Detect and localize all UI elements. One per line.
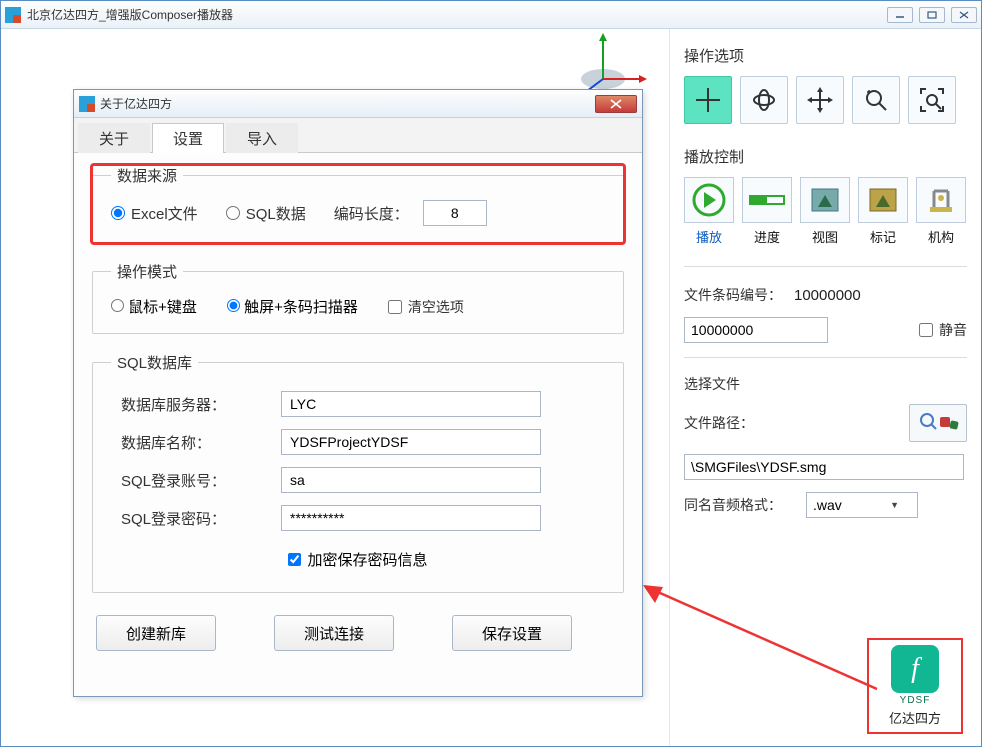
chevron-down-icon: ▼ (890, 500, 899, 510)
audiofmt-label: 同名音频格式： (684, 495, 796, 515)
play-label-view: 视图 (812, 227, 838, 246)
progress-icon (742, 177, 792, 223)
enc-length-input[interactable] (423, 200, 487, 226)
play-title: 播放控制 (684, 146, 967, 167)
mech-icon (916, 177, 966, 223)
datasource-legend: 数据来源 (111, 165, 183, 186)
pass-label: SQL登录密码： (121, 508, 281, 529)
tab-import[interactable]: 导入 (226, 123, 298, 153)
server-label: 数据库服务器： (121, 394, 281, 415)
play-tile-play[interactable]: 播放 (684, 177, 734, 246)
browse-icon (916, 409, 960, 437)
barcode-input[interactable] (684, 317, 828, 343)
sqldb-group: SQL数据库 数据库服务器： 数据库名称： SQL登录账号： SQL登录密码： … (92, 352, 624, 593)
side-panel: 操作选项 播放控制 播放 进度 视图 (669, 29, 981, 746)
logo-en: YDSF (900, 695, 931, 706)
barcode-display: 10000000 (794, 287, 861, 304)
maximize-button[interactable] (919, 7, 945, 23)
view-icon (800, 177, 850, 223)
dialog-close-button[interactable] (595, 95, 637, 113)
test-conn-button[interactable]: 测试连接 (274, 615, 394, 651)
dialog-titlebar[interactable]: 关于亿达四方 (74, 90, 642, 118)
radio-mouse[interactable]: 鼠标+键盘 (111, 296, 197, 317)
play-label-mech: 机构 (928, 227, 954, 246)
dialog-tabs: 关于 设置 导入 (74, 118, 642, 153)
play-tile-view[interactable]: 视图 (800, 177, 850, 246)
check-clear[interactable]: 清空选项 (388, 297, 464, 317)
opmode-legend: 操作模式 (111, 261, 183, 282)
ops-title: 操作选项 (684, 45, 967, 66)
opmode-group: 操作模式 鼠标+键盘 触屏+条码扫描器 清空选项 (92, 261, 624, 334)
radio-touch[interactable]: 触屏+条码扫描器 (227, 296, 358, 317)
app-window: 北京亿达四方_增强版Composer播放器 操作选项 (0, 0, 982, 747)
close-button[interactable] (951, 7, 977, 23)
radio-sql[interactable]: SQL数据 (226, 203, 306, 224)
logo-cn: 亿达四方 (889, 708, 941, 727)
enc-length-label: 编码长度： (334, 203, 409, 224)
divider (684, 266, 967, 267)
sqldb-legend: SQL数据库 (111, 352, 198, 373)
dialog-body: 数据来源 Excel文件 SQL数据 编码长度： 操作模式 鼠标+键盘 (74, 153, 642, 699)
divider2 (684, 357, 967, 358)
pass-input[interactable] (281, 505, 541, 531)
ops-toolbar (684, 76, 967, 124)
dbname-label: 数据库名称： (121, 432, 281, 453)
mute-checkbox[interactable]: 静音 (919, 320, 967, 340)
path-label: 文件路径： (684, 413, 784, 433)
radio-excel[interactable]: Excel文件 (111, 203, 198, 224)
mute-checkbox-input[interactable] (919, 323, 933, 337)
path-input[interactable] (684, 454, 964, 480)
selectfile-title: 选择文件 (684, 374, 967, 394)
play-toolbar: 播放 进度 视图 标记 机构 (684, 177, 967, 246)
tool-pan[interactable] (796, 76, 844, 124)
audiofmt-select[interactable]: .wav ▼ (806, 492, 918, 518)
browse-button[interactable] (909, 404, 967, 442)
window-title: 北京亿达四方_增强版Composer播放器 (27, 6, 887, 23)
user-label: SQL登录账号： (121, 470, 281, 491)
minimize-button[interactable] (887, 7, 913, 23)
play-tile-progress[interactable]: 进度 (742, 177, 792, 246)
client-area: 操作选项 播放控制 播放 进度 视图 (1, 29, 981, 746)
datasource-group: 数据来源 Excel文件 SQL数据 编码长度： (92, 165, 624, 243)
mark-icon (858, 177, 908, 223)
check-encrypt[interactable]: 加密保存密码信息 (288, 549, 427, 570)
barcode-label: 文件条码编号： (684, 285, 784, 305)
titlebar[interactable]: 北京亿达四方_增强版Composer播放器 (1, 1, 981, 29)
settings-dialog: 关于亿达四方 关于 设置 导入 数据来源 Excel文件 SQL数据 编码长度： (73, 89, 643, 697)
play-tile-mech[interactable]: 机构 (916, 177, 966, 246)
tool-zoom-in[interactable] (852, 76, 900, 124)
app-icon (5, 7, 21, 23)
tab-settings[interactable]: 设置 (152, 123, 224, 153)
tool-orbit[interactable] (740, 76, 788, 124)
server-input[interactable] (281, 391, 541, 417)
play-icon (684, 177, 734, 223)
tool-zoom-fit[interactable] (908, 76, 956, 124)
dialog-title: 关于亿达四方 (100, 95, 595, 112)
play-label-play: 播放 (696, 227, 722, 246)
dialog-icon (79, 96, 95, 112)
tool-crosshair[interactable] (684, 76, 732, 124)
user-input[interactable] (281, 467, 541, 493)
play-tile-mark[interactable]: 标记 (858, 177, 908, 246)
tab-about[interactable]: 关于 (78, 123, 150, 153)
create-db-button[interactable]: 创建新库 (96, 615, 216, 651)
company-logo[interactable]: f YDSF 亿达四方 (867, 638, 963, 734)
logo-swirl-icon: f (891, 645, 939, 693)
dbname-input[interactable] (281, 429, 541, 455)
save-settings-button[interactable]: 保存设置 (452, 615, 572, 651)
play-label-progress: 进度 (754, 227, 780, 246)
play-label-mark: 标记 (870, 227, 896, 246)
